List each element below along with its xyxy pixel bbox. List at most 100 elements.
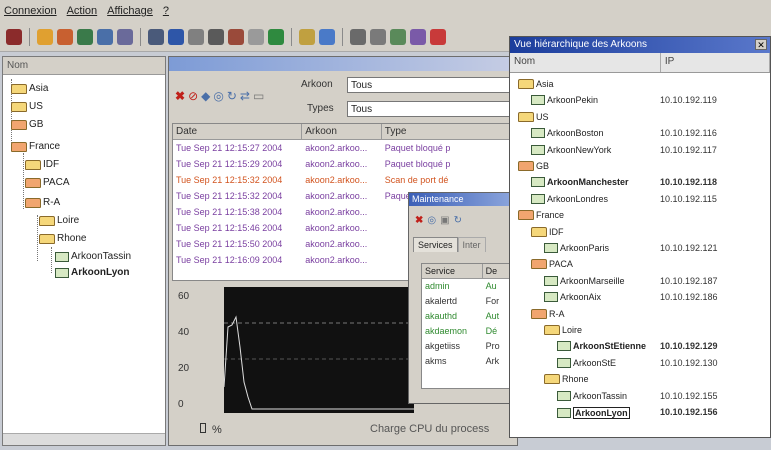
tab-interfaces[interactable]: Inter xyxy=(457,237,486,252)
tree-row[interactable]: R-A xyxy=(510,308,771,323)
close-icon[interactable] xyxy=(430,28,446,45)
column-header-nom[interactable]: Nom xyxy=(510,53,661,72)
horizontal-scrollbar[interactable] xyxy=(3,433,165,445)
chart-icon[interactable] xyxy=(117,28,133,45)
tree-header[interactable]: Nom xyxy=(3,57,165,75)
column-header-type[interactable]: Type xyxy=(382,124,515,139)
tree-row[interactable]: ArkoonLondres 10.10.192.115 xyxy=(510,193,771,208)
tree-row[interactable]: US xyxy=(510,111,771,126)
tree-item-loire[interactable]: Loire xyxy=(39,215,79,226)
table-row[interactable]: Tue Sep 21 12:15:32 2004 akoon2.arkoo... S… xyxy=(173,172,515,188)
arkoon-filter-select[interactable]: Tous xyxy=(347,77,515,93)
tree-item-idf[interactable]: IDF xyxy=(25,159,59,170)
tree-node-label: Asia xyxy=(536,79,554,89)
table-row[interactable]: Tue Sep 21 12:15:27 2004 akoon2.arkoo... P… xyxy=(173,140,515,156)
firewall-icon xyxy=(544,243,558,253)
table-row[interactable]: Tue Sep 21 12:15:29 2004 akoon2.arkoo... P… xyxy=(173,156,515,172)
table-row[interactable]: akgetiiss Pro xyxy=(422,339,516,354)
go-icon[interactable] xyxy=(268,28,284,45)
tree-row[interactable]: Asia xyxy=(510,79,771,93)
tree-item-asia[interactable]: Asia xyxy=(11,83,48,94)
table-row[interactable]: akalertd For xyxy=(422,294,516,309)
refresh-icon[interactable]: ↻ xyxy=(454,215,462,226)
tree-row[interactable]: PACA xyxy=(510,259,771,273)
column-header-service[interactable]: Service xyxy=(422,264,483,278)
tree-item-ra[interactable]: R-A xyxy=(25,197,60,208)
view-icon[interactable] xyxy=(410,28,426,45)
tree-item-france[interactable]: France xyxy=(11,141,60,152)
delete-icon[interactable]: ✖ xyxy=(175,89,185,103)
tree-row[interactable]: ArkoonMarseille 10.10.192.187 xyxy=(510,275,771,290)
export-icon[interactable]: ⇄ xyxy=(240,89,250,103)
types-filter-select[interactable]: Tous xyxy=(347,101,515,117)
column-header-ip[interactable]: IP xyxy=(661,53,770,72)
tree-item-arkoon-lyon[interactable]: ArkoonLyon xyxy=(55,267,130,278)
tree-item-rhone[interactable]: Rhone xyxy=(39,233,86,244)
search-icon[interactable]: ◎ xyxy=(213,89,223,103)
network-icon[interactable] xyxy=(77,28,93,45)
tab-services[interactable]: Services xyxy=(413,237,458,252)
tree-row[interactable]: ArkoonParis 10.10.192.121 xyxy=(510,243,771,257)
document-icon[interactable] xyxy=(248,28,264,45)
maintenance-titlebar[interactable]: Maintenance xyxy=(409,193,517,206)
table-row[interactable]: akauthd Aut xyxy=(422,309,516,324)
tree-row[interactable]: ArkoonManchester 10.10.192.118 xyxy=(510,177,771,191)
tree-row[interactable]: Loire xyxy=(510,325,771,339)
column-header-arkoon[interactable]: Arkoon xyxy=(302,124,382,139)
toolbar-separator xyxy=(140,27,141,46)
tree-node: Asia xyxy=(518,79,554,89)
screen-icon[interactable] xyxy=(168,28,184,45)
globe-icon[interactable] xyxy=(97,28,113,45)
table-row[interactable]: admin Au xyxy=(422,279,516,294)
tree-item-paca[interactable]: PACA xyxy=(25,177,70,188)
tools-icon[interactable] xyxy=(208,28,224,45)
firewall-icon xyxy=(557,341,571,352)
tree-row[interactable]: ArkoonTassin 10.10.192.155 xyxy=(510,390,771,405)
close-button[interactable]: ✕ xyxy=(755,39,767,50)
tree-row[interactable]: ArkoonAix 10.10.192.186 xyxy=(510,292,771,306)
grid-icon[interactable] xyxy=(350,28,366,45)
table-row[interactable]: akms Ark xyxy=(422,354,516,369)
tree-row[interactable]: ArkoonNewYork 10.10.192.117 xyxy=(510,144,771,159)
delete-icon[interactable]: ✖ xyxy=(415,215,423,226)
tree-row[interactable]: France xyxy=(510,210,771,224)
hierarchy-titlebar[interactable]: Vue hiérarchique des Arkoons ✕ xyxy=(510,37,770,53)
tree-icon[interactable] xyxy=(390,28,406,45)
stop-icon[interactable]: ⊘ xyxy=(188,89,198,103)
alerts-window-titlebar[interactable] xyxy=(169,57,517,71)
tree-row[interactable]: GB xyxy=(510,161,771,175)
alert-icon[interactable] xyxy=(57,28,73,45)
table-cell-type: Paquet bloqué p xyxy=(384,143,451,153)
table-icon[interactable] xyxy=(370,28,386,45)
tree-row[interactable]: IDF xyxy=(510,226,771,241)
tree-row[interactable]: Rhone xyxy=(510,374,771,388)
tree-row[interactable]: ArkoonLyon 10.10.192.156 xyxy=(510,407,771,421)
tree-row[interactable]: ArkoonStE 10.10.192.130 xyxy=(510,357,771,372)
tree-row[interactable]: ArkoonPekin 10.10.192.119 xyxy=(510,95,771,109)
monitor-icon[interactable] xyxy=(148,28,164,45)
refresh-icon[interactable]: ↻ xyxy=(227,89,237,103)
stop-icon[interactable] xyxy=(228,28,244,45)
tree-row[interactable]: ArkoonStEtienne 10.10.192.129 xyxy=(510,341,771,355)
info-icon[interactable] xyxy=(319,28,335,45)
settings-icon[interactable] xyxy=(299,28,315,45)
menu-affichage[interactable]: Affichage xyxy=(107,5,153,17)
flag-icon[interactable] xyxy=(188,28,204,45)
connect-icon[interactable] xyxy=(6,28,22,45)
tree-node: Rhone xyxy=(544,374,589,385)
menu-connexion[interactable]: Connexion xyxy=(4,5,57,17)
menu-action[interactable]: Action xyxy=(67,5,98,17)
search-icon[interactable]: ◎ xyxy=(427,215,436,226)
tree-item-us[interactable]: US xyxy=(11,101,43,112)
table-row[interactable]: akdaemon Dé xyxy=(422,324,516,339)
user-icon[interactable] xyxy=(37,28,53,45)
tree-item-gb[interactable]: GB xyxy=(11,119,43,130)
tree-node-label: ArkoonParis xyxy=(560,243,610,253)
document-icon[interactable]: ▭ xyxy=(253,89,264,103)
column-header-date[interactable]: Date xyxy=(173,124,303,139)
tree-item-arkoon-tassin[interactable]: ArkoonTassin xyxy=(55,251,131,262)
menu-help[interactable]: ? xyxy=(163,5,169,17)
filter-icon[interactable]: ◆ xyxy=(201,89,210,103)
tree-row[interactable]: ArkoonBoston 10.10.192.116 xyxy=(510,128,771,142)
save-icon[interactable]: ▣ xyxy=(440,215,449,226)
